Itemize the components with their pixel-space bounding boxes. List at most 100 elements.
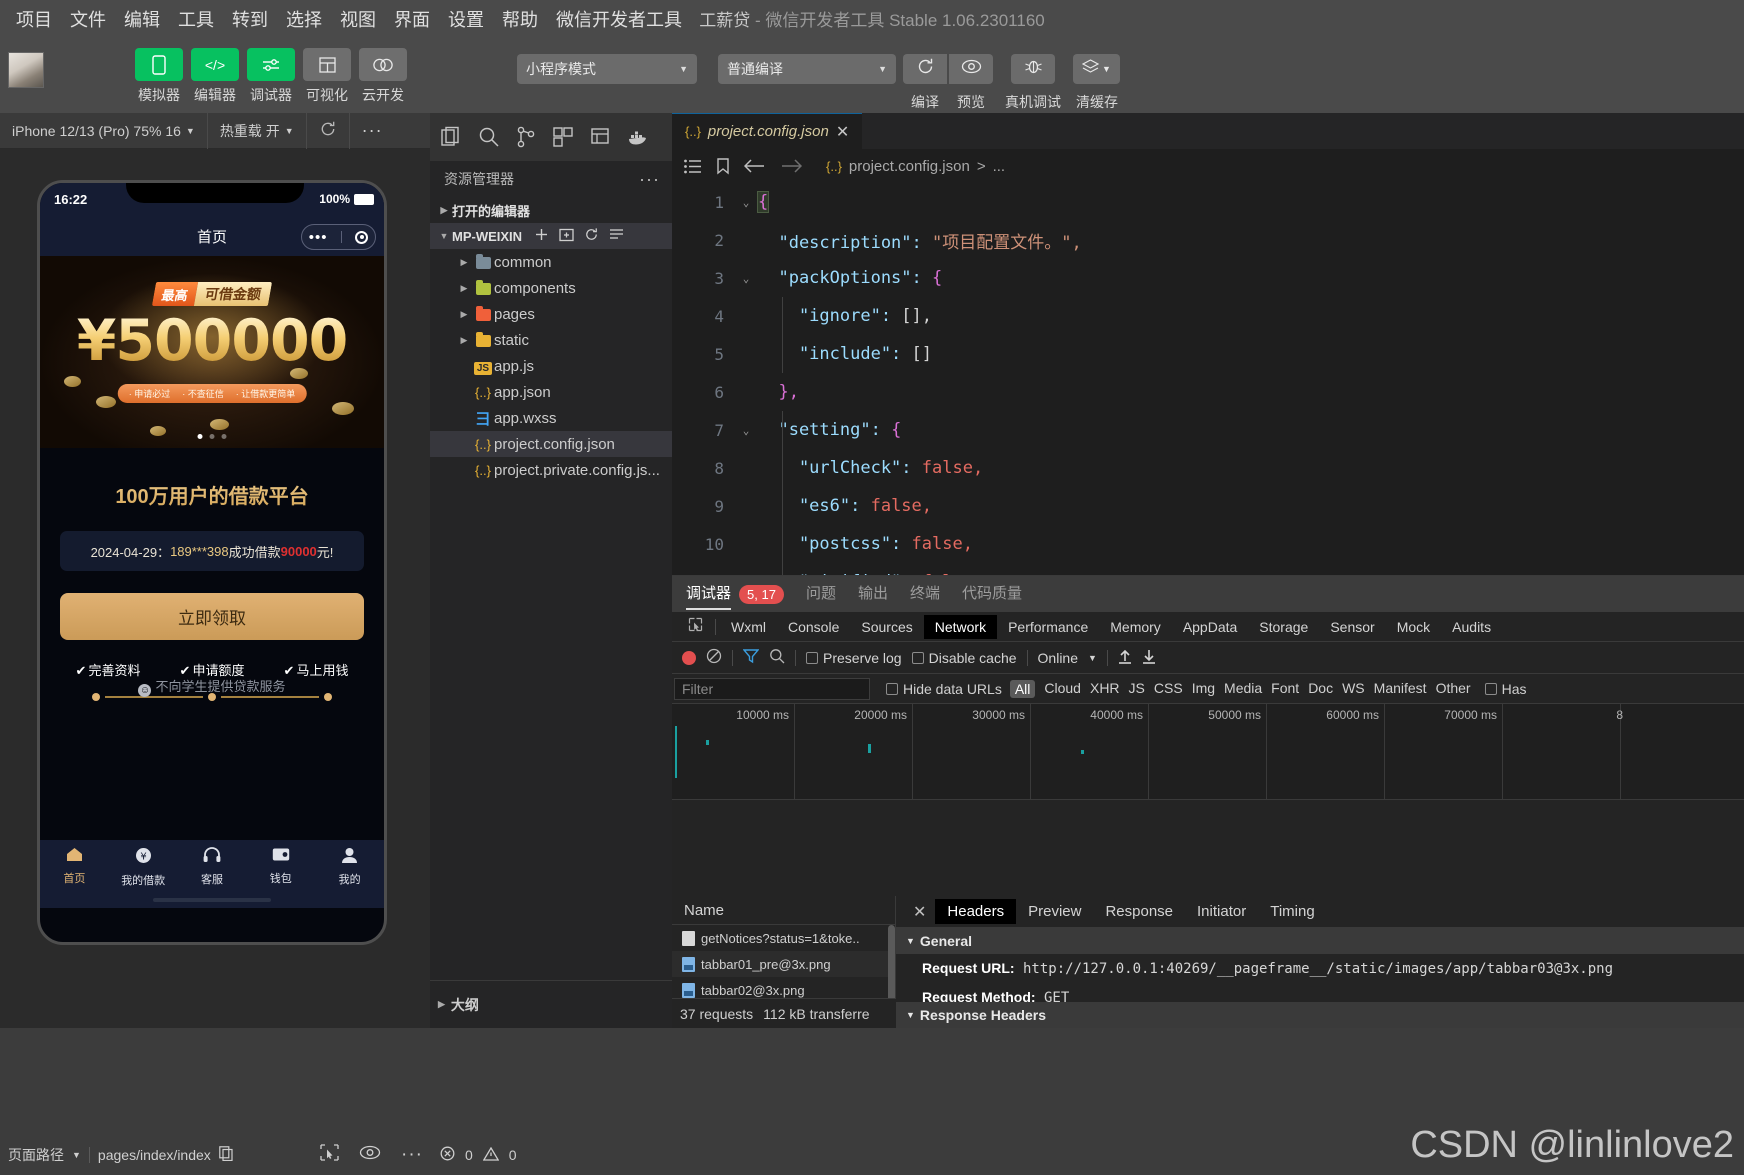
- tree-item-pages[interactable]: ▶ pages: [430, 301, 672, 327]
- menu-item-project[interactable]: 项目: [7, 0, 61, 40]
- simulator-refresh-button[interactable]: [307, 112, 350, 149]
- phone-tab-wallet[interactable]: 钱包: [246, 847, 315, 886]
- devtools-tab-problems[interactable]: 问题: [806, 576, 836, 612]
- panel-tab-performance[interactable]: Performance: [997, 615, 1099, 639]
- table-row[interactable]: tabbar01_pre@3x.png: [672, 951, 895, 977]
- extensions-icon[interactable]: [552, 126, 574, 148]
- tree-item-components[interactable]: ▶ components: [430, 275, 672, 301]
- new-folder-icon[interactable]: [559, 227, 574, 245]
- panel-tab-audits[interactable]: Audits: [1441, 615, 1502, 639]
- editor-tab-project-config-json[interactable]: {..} project.config.json ✕: [672, 113, 863, 149]
- response-headers-section-header[interactable]: ▼ Response Headers: [896, 1002, 1744, 1028]
- panel-tab-wxml[interactable]: Wxml: [720, 615, 777, 639]
- chevron-down-icon[interactable]: ⌄: [734, 272, 758, 285]
- menu-item-settings[interactable]: 设置: [439, 0, 493, 40]
- type-filter-css[interactable]: CSS: [1154, 680, 1183, 698]
- tree-item-static[interactable]: ▶ static: [430, 327, 672, 353]
- cursor-select-icon[interactable]: [680, 617, 711, 637]
- clear-icon[interactable]: [706, 648, 722, 667]
- panel-tab-memory[interactable]: Memory: [1099, 615, 1172, 639]
- docker-icon[interactable]: [628, 128, 650, 146]
- breadcrumb-path[interactable]: {..} project.config.json > ...: [826, 158, 1005, 175]
- banner-carousel-dots[interactable]: [197, 434, 227, 439]
- network-overview-timeline[interactable]: 10000 ms 20000 ms 30000 ms 40000 ms 5000…: [672, 704, 1744, 800]
- type-filter-other[interactable]: Other: [1436, 680, 1471, 698]
- code-line[interactable]: 10 "postcss": false,: [672, 525, 1744, 563]
- chevron-down-icon[interactable]: ▼: [72, 1150, 81, 1160]
- panel-tab-storage[interactable]: Storage: [1248, 615, 1319, 639]
- menu-item-view[interactable]: 视图: [331, 0, 385, 40]
- table-row[interactable]: getNotices?status=1&toke..: [672, 925, 895, 951]
- preserve-log-checkbox[interactable]: Preserve log: [806, 650, 902, 666]
- panel-tab-appdata[interactable]: AppData: [1172, 615, 1248, 639]
- bookmark-icon[interactable]: [716, 157, 730, 175]
- back-arrow-icon[interactable]: [744, 159, 766, 173]
- tree-item-app-wxss[interactable]: 彐 app.wxss: [430, 405, 672, 431]
- tree-section-open-editors[interactable]: ▶ 打开的编辑器: [430, 197, 672, 223]
- code-area[interactable]: 1 ⌄{2 "description": "项目配置文件。", 3 ⌄ "packOp…: [672, 183, 1744, 601]
- tree-item-common[interactable]: ▶ common: [430, 249, 672, 275]
- panel-tab-mock[interactable]: Mock: [1386, 615, 1441, 639]
- phone-simulator[interactable]: 16:22 100% 首页 ••• 最高 可借金额 ¥500000 · 申请必过…: [37, 180, 387, 945]
- wechat-capsule[interactable]: •••: [301, 224, 376, 250]
- filter-input[interactable]: Filter: [674, 677, 870, 700]
- chevron-down-icon[interactable]: ▼: [1088, 653, 1097, 663]
- panel-tab-sensor[interactable]: Sensor: [1319, 615, 1385, 639]
- project-thumbnail[interactable]: [8, 52, 44, 88]
- devtools-tab-terminal[interactable]: 终端: [910, 576, 940, 612]
- type-filter-xhr[interactable]: XHR: [1090, 680, 1120, 698]
- forward-arrow-icon[interactable]: [780, 159, 802, 173]
- tree-section-project[interactable]: ▼ MP-WEIXIN: [430, 223, 672, 249]
- carousel-dot-0[interactable]: [197, 434, 203, 439]
- ellipsis-icon[interactable]: ···: [401, 1144, 423, 1166]
- disable-cache-checkbox[interactable]: Disable cache: [911, 650, 1017, 666]
- debug-icon[interactable]: [590, 126, 612, 148]
- devtools-tab-debugger[interactable]: 调试器: [686, 576, 732, 612]
- panel-tab-console[interactable]: Console: [777, 615, 850, 639]
- device-select[interactable]: iPhone 12/13 (Pro) 75% 16 ▼: [0, 112, 208, 149]
- phone-tab-mine[interactable]: 我的: [315, 847, 384, 887]
- phone-tab-home[interactable]: 首页: [40, 847, 109, 886]
- outline-section[interactable]: ▶ 大纲: [430, 980, 672, 1028]
- type-filter-font[interactable]: Font: [1271, 680, 1299, 698]
- search-icon[interactable]: [478, 126, 500, 148]
- code-line[interactable]: 4 "ignore": [],: [672, 297, 1744, 335]
- download-icon[interactable]: [1142, 648, 1156, 667]
- toolbar-button-visualize[interactable]: 可视化: [303, 48, 351, 105]
- record-icon[interactable]: [682, 650, 696, 665]
- type-filter-doc[interactable]: Doc: [1308, 680, 1333, 698]
- throttling-select[interactable]: Online: [1038, 650, 1078, 666]
- chevron-down-icon[interactable]: ⌄: [734, 196, 758, 209]
- hot-reload-toggle[interactable]: 热重载 开 ▼: [208, 112, 307, 149]
- type-filter-cloud[interactable]: Cloud: [1044, 680, 1081, 698]
- menu-item-ui[interactable]: 界面: [385, 0, 439, 40]
- code-line[interactable]: 9 "es6": false,: [672, 487, 1744, 525]
- detail-tab-preview[interactable]: Preview: [1016, 899, 1093, 924]
- real-device-debug-button[interactable]: [1011, 54, 1055, 84]
- new-file-icon[interactable]: [534, 227, 549, 245]
- menu-item-help[interactable]: 帮助: [493, 0, 547, 40]
- general-section-header[interactable]: ▼ General: [896, 928, 1744, 954]
- tree-item-project-config-json[interactable]: {..} project.config.json: [430, 431, 672, 457]
- code-line[interactable]: 3 ⌄ "packOptions": {: [672, 259, 1744, 297]
- close-icon[interactable]: ✕: [904, 902, 935, 922]
- close-icon[interactable]: ✕: [836, 122, 849, 142]
- tree-item-app-json[interactable]: {..} app.json: [430, 379, 672, 405]
- menu-item-tools[interactable]: 工具: [169, 0, 223, 40]
- funnel-icon[interactable]: [742, 648, 760, 667]
- menu-item-edit[interactable]: 编辑: [115, 0, 169, 40]
- chevron-down-icon[interactable]: ⌄: [734, 424, 758, 437]
- toolbar-button-debugger[interactable]: 调试器: [247, 48, 295, 105]
- menu-item-devtools[interactable]: 微信开发者工具: [547, 0, 691, 40]
- clear-cache-button[interactable]: ▼: [1073, 54, 1120, 84]
- toolbar-button-editor[interactable]: </> 编辑器: [191, 48, 239, 105]
- code-line[interactable]: 7 ⌄ "setting": {: [672, 411, 1744, 449]
- network-request-list[interactable]: Name getNotices?status=1&toke.. tabbar01…: [672, 896, 896, 1081]
- menu-item-goto[interactable]: 转到: [223, 0, 277, 40]
- request-list-header[interactable]: Name: [672, 896, 895, 925]
- type-filter-img[interactable]: Img: [1192, 680, 1215, 698]
- devtools-tab-output[interactable]: 输出: [858, 576, 888, 612]
- simulator-more-button[interactable]: ···: [350, 113, 395, 149]
- code-line[interactable]: 8 "urlCheck": false,: [672, 449, 1744, 487]
- preview-button[interactable]: [949, 54, 993, 84]
